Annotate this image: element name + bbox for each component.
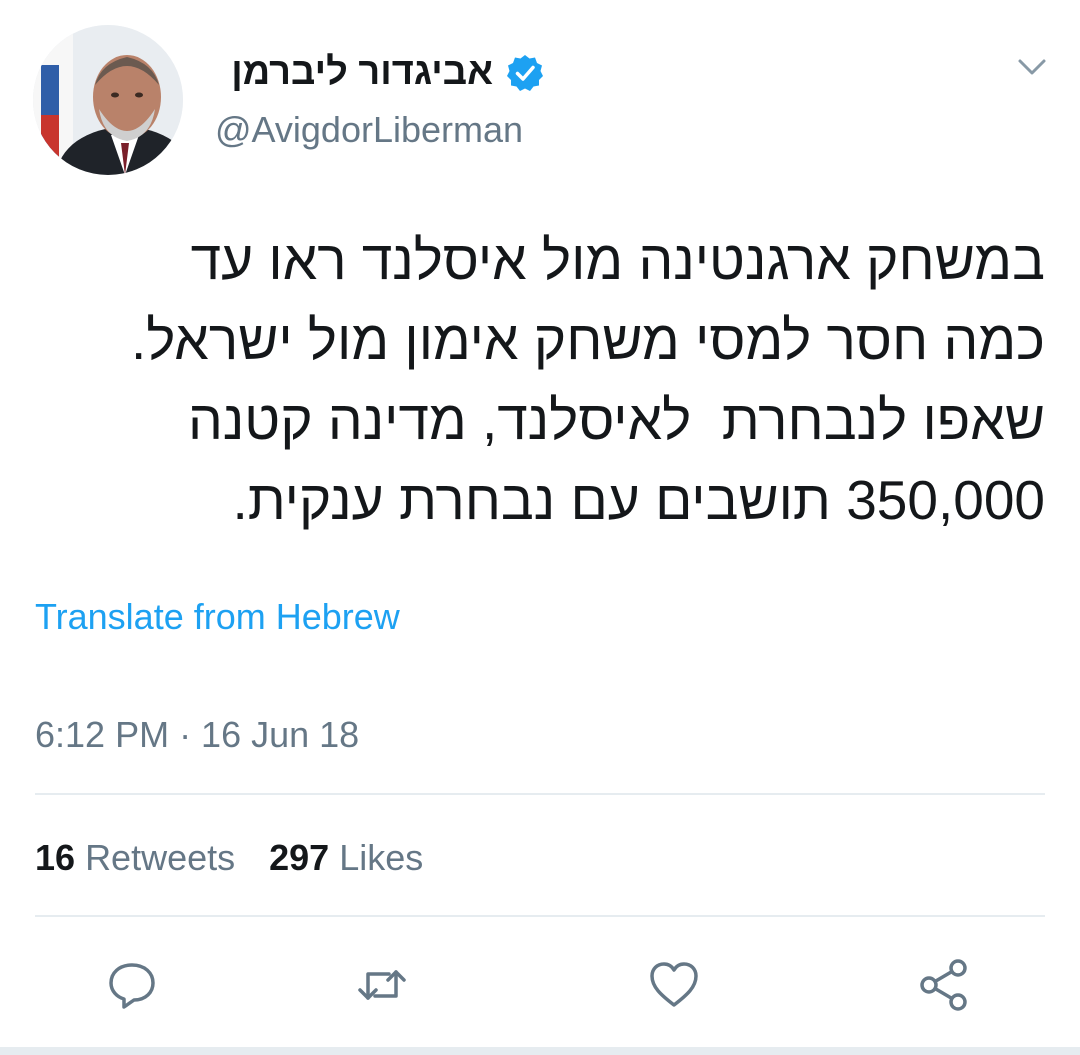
retweets-stat[interactable]: 16 Retweets bbox=[35, 837, 235, 878]
timestamp[interactable]: 6:12 PM · 16 Jun 18 bbox=[35, 713, 359, 757]
profile-photo bbox=[33, 25, 183, 175]
avatar[interactable] bbox=[33, 25, 183, 175]
display-name-text: אביגדור ליברמן bbox=[231, 51, 493, 93]
likes-stat[interactable]: 297 Likes bbox=[269, 837, 423, 878]
like-icon[interactable] bbox=[647, 958, 701, 1012]
chevron-down-icon[interactable] bbox=[1012, 52, 1052, 82]
likes-count: 297 bbox=[269, 837, 330, 878]
bottom-border bbox=[0, 1047, 1080, 1055]
likes-label: Likes bbox=[339, 837, 424, 878]
user-handle[interactable]: @AvigdorLiberman bbox=[215, 108, 523, 152]
reply-icon[interactable] bbox=[105, 958, 159, 1012]
retweet-icon[interactable] bbox=[355, 958, 409, 1012]
share-icon[interactable] bbox=[917, 958, 971, 1012]
retweets-label: Retweets bbox=[85, 837, 236, 878]
display-name[interactable]: אביגדור ליברמן bbox=[231, 50, 493, 94]
divider bbox=[35, 915, 1045, 917]
tweet-card: אביגדור ליברמן @AvigdorLiberman במשחק אר… bbox=[0, 0, 1080, 1055]
verified-badge-icon bbox=[505, 53, 545, 93]
tweet-stats: 16 Retweets 297 Likes bbox=[35, 836, 423, 880]
divider bbox=[35, 793, 1045, 795]
tweet-text: במשחק ארגנטינה מול איסלנד ראו עד כמה חסר… bbox=[130, 229, 1045, 531]
retweets-count: 16 bbox=[35, 837, 76, 878]
translate-link[interactable]: Translate from Hebrew bbox=[35, 595, 400, 639]
